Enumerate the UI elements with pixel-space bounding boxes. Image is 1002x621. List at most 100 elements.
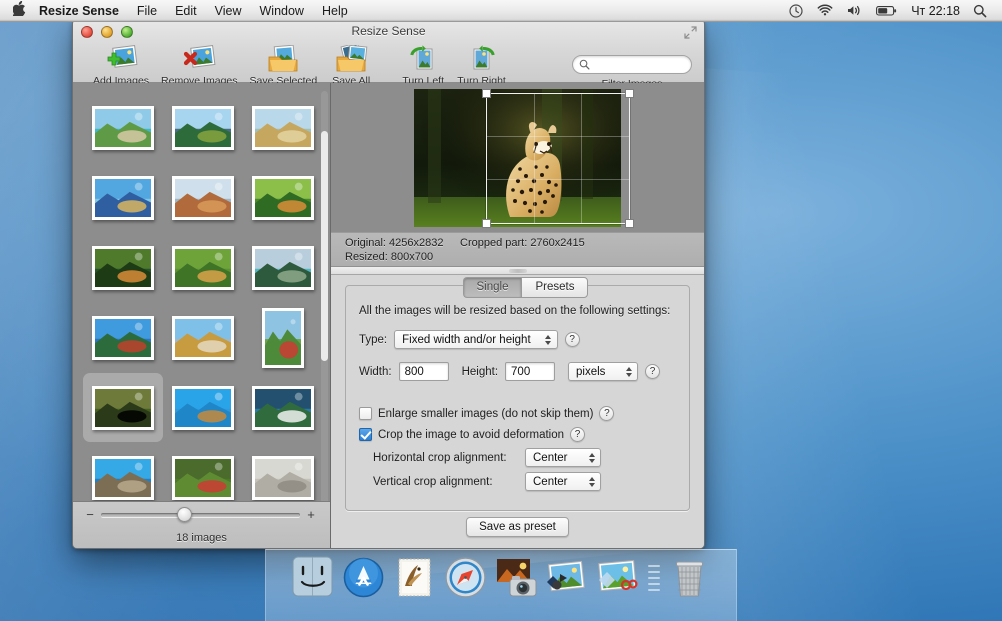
menu-bar-clock[interactable]: Чт 22:18	[905, 4, 966, 18]
menu-item-window[interactable]: Window	[251, 1, 313, 21]
enlarge-help-button[interactable]: ?	[599, 406, 615, 421]
save-all-button[interactable]: Save All	[323, 43, 379, 87]
thumbnail-cell[interactable]	[83, 93, 163, 162]
pane-splitter[interactable]	[331, 267, 704, 275]
volume-icon[interactable]	[840, 1, 869, 21]
thumbnail-zoom-slider[interactable]: − +	[73, 502, 330, 522]
thumbnail-cell[interactable]	[83, 303, 163, 372]
thumbnail-cell[interactable]	[243, 233, 323, 302]
width-input[interactable]	[398, 362, 449, 381]
search-icon[interactable]	[966, 1, 994, 21]
window-titlebar[interactable]: Resize Sense Add Images Remove Images Sa…	[73, 19, 704, 90]
thumbnail-autumn-forest-reflection[interactable]	[172, 175, 234, 220]
battery-icon[interactable]	[869, 1, 905, 21]
resize-sense-icon[interactable]	[595, 554, 642, 601]
remove-images-button[interactable]: Remove Images	[155, 43, 243, 87]
vertical-align-select[interactable]: Center	[525, 472, 601, 491]
add-images-button[interactable]: Add Images	[87, 43, 155, 87]
image-preview-area[interactable]	[331, 83, 704, 233]
crop-rectangle[interactable]	[482, 88, 634, 228]
sidebar-scrollbar[interactable]	[321, 91, 328, 511]
time-machine-icon[interactable]	[782, 1, 810, 21]
zoom-slider-track[interactable]	[101, 507, 300, 522]
thumbnail-mountain-river-pines[interactable]	[252, 245, 314, 290]
thumbnail-cell[interactable]	[163, 373, 243, 442]
thumbnail-windmill-village[interactable]	[172, 105, 234, 150]
height-input[interactable]	[505, 362, 556, 381]
image-capture-icon[interactable]	[493, 554, 540, 601]
zoom-slider-knob[interactable]	[176, 507, 192, 522]
thumbnail-cell[interactable]	[83, 373, 163, 442]
search-field-wrap[interactable]	[572, 55, 692, 74]
size-help-button[interactable]: ?	[645, 364, 661, 379]
finder-icon[interactable]	[289, 554, 336, 601]
menu-item-file[interactable]: File	[128, 1, 166, 21]
app-store-icon[interactable]	[340, 554, 387, 601]
thumbnail-cell[interactable]	[243, 373, 323, 442]
tab-presets[interactable]: Presets	[521, 277, 589, 298]
zoom-out-label[interactable]: −	[85, 508, 95, 521]
type-help-button[interactable]: ?	[564, 332, 580, 347]
thumbnail-cell[interactable]	[83, 163, 163, 232]
crop-handle-bottom-right[interactable]	[625, 218, 634, 228]
crop-handle-top-left[interactable]	[482, 88, 491, 98]
thumbnail-cell[interactable]	[163, 443, 243, 501]
thumbnail-mountain-lake-autumn[interactable]	[92, 175, 154, 220]
thumbnail-cell[interactable]	[243, 93, 323, 162]
menu-item-edit[interactable]: Edit	[166, 1, 206, 21]
type-select[interactable]: Fixed width and/or height	[394, 330, 558, 349]
thumbnail-grid[interactable]	[73, 83, 330, 501]
trash-icon[interactable]	[666, 554, 713, 601]
crop-checkbox[interactable]	[359, 428, 372, 441]
save-selected-button[interactable]: Save Selected	[244, 43, 324, 87]
turn-left-button[interactable]: Turn Left	[395, 43, 451, 87]
stepper-icon[interactable]	[543, 332, 554, 347]
thumbnail-cell[interactable]	[243, 303, 323, 372]
menu-item-app[interactable]: Resize Sense	[30, 1, 128, 21]
stepper-icon[interactable]	[586, 474, 597, 489]
thumbnail-castle-autumn-trees[interactable]	[172, 315, 234, 360]
fullscreen-icon[interactable]	[684, 26, 697, 39]
horizontal-align-select[interactable]: Center	[525, 448, 601, 467]
thumbnail-lioness-walking[interactable]	[172, 245, 234, 290]
thumbnail-city-square-monochrome[interactable]	[252, 455, 314, 500]
thumbnail-cell[interactable]	[243, 443, 323, 501]
thumbnail-sea-arch-cliff[interactable]	[92, 455, 154, 500]
thumbnail-cell[interactable]	[163, 163, 243, 232]
thumbnail-sand-dunes-shore[interactable]	[252, 105, 314, 150]
thumbnail-cell[interactable]	[243, 163, 323, 232]
thumbnail-giraffe-blue-sky[interactable]	[172, 385, 234, 430]
thumbnail-tiger-in-grass[interactable]	[252, 175, 314, 220]
turn-right-button[interactable]: Turn Right	[451, 43, 512, 87]
thumbnail-tiger-at-water[interactable]	[92, 245, 154, 290]
thumbnail-person-red-jacket[interactable]	[262, 307, 304, 368]
graphic-converter-icon[interactable]	[544, 554, 591, 601]
settings-tabs[interactable]: Single Presets	[462, 277, 589, 298]
crop-handle-top-right[interactable]	[625, 88, 634, 98]
apple-logo-icon[interactable]	[8, 0, 30, 20]
thumbnail-cell[interactable]	[83, 233, 163, 302]
splitter-grip[interactable]	[508, 269, 527, 273]
crop-help-button[interactable]: ?	[570, 427, 586, 442]
search-input[interactable]	[594, 58, 685, 71]
mail-icon[interactable]	[391, 554, 438, 601]
safari-icon[interactable]	[442, 554, 489, 601]
menu-item-view[interactable]: View	[206, 1, 251, 21]
thumbnail-cell[interactable]	[163, 93, 243, 162]
zoom-in-label[interactable]: +	[306, 508, 316, 521]
tab-single[interactable]: Single	[462, 277, 522, 298]
thumbnail-cell[interactable]	[83, 443, 163, 501]
wifi-icon[interactable]	[810, 1, 840, 21]
save-as-preset-button[interactable]: Save as preset	[466, 517, 569, 537]
stepper-icon[interactable]	[623, 364, 634, 379]
thumbnail-cheetah-in-forest[interactable]	[92, 385, 154, 430]
thumbnail-child-on-grass[interactable]	[172, 455, 234, 500]
thumbnail-cell[interactable]	[163, 303, 243, 372]
crop-handle-bottom-left[interactable]	[482, 218, 491, 228]
enlarge-checkbox[interactable]	[359, 407, 372, 420]
stepper-icon[interactable]	[586, 450, 597, 465]
menu-item-help[interactable]: Help	[313, 1, 357, 21]
scrollbar-knob[interactable]	[321, 131, 328, 361]
thumbnail-cell[interactable]	[163, 233, 243, 302]
thumbnail-heron-in-pond[interactable]	[252, 385, 314, 430]
